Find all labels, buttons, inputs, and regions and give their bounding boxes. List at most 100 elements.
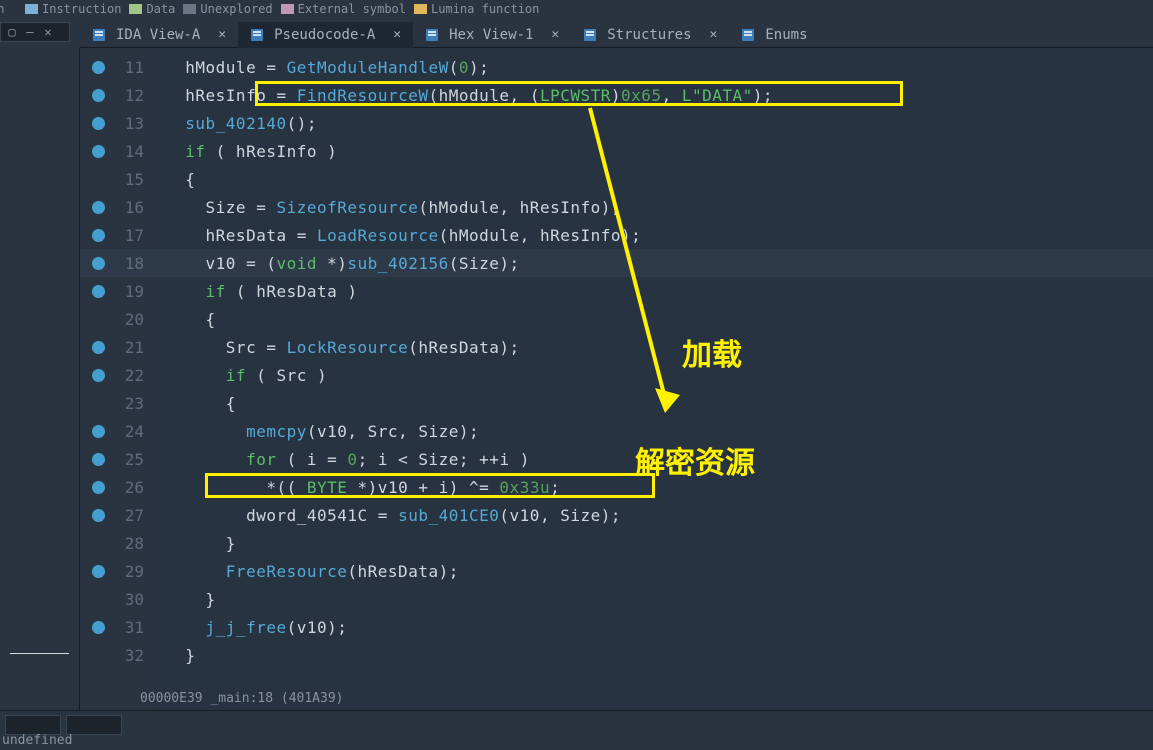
code-content: } [165, 646, 195, 665]
breakpoint-dot[interactable] [92, 341, 105, 354]
code-content: hResData = LoadResource(hModule, hResInf… [165, 226, 641, 245]
close-button[interactable]: ✕ [41, 25, 55, 39]
code-line[interactable]: 26 *((_BYTE *)v10 + i) ^= 0x33u; [80, 473, 1153, 501]
line-number: 15 [108, 170, 144, 189]
tab-icon [741, 28, 755, 42]
breakpoint-dot[interactable] [92, 173, 105, 186]
tab-close-icon[interactable]: ✕ [710, 27, 718, 42]
line-number: 19 [108, 282, 144, 301]
code-line[interactable]: 31 j_j_free(v10); [80, 613, 1153, 641]
legend-label-partial: on [0, 2, 12, 16]
code-line[interactable]: 11 hModule = GetModuleHandleW(0); [80, 53, 1153, 81]
breakpoint-dot[interactable] [92, 61, 105, 74]
legend-label: Data [146, 2, 175, 16]
code-line[interactable]: 14 if ( hResInfo ) [80, 137, 1153, 165]
breakpoint-dot[interactable] [92, 453, 105, 466]
legend-item: Lumina function [414, 2, 539, 16]
line-number: 18 [108, 254, 144, 273]
tab-close-icon[interactable]: ✕ [393, 27, 401, 42]
code-line[interactable]: 17 hResData = LoadResource(hModule, hRes… [80, 221, 1153, 249]
left-panel-divider [10, 653, 69, 654]
code-content: for ( i = 0; i < Size; ++i ) [165, 450, 530, 469]
code-content: { [165, 170, 195, 189]
code-line[interactable]: 15 { [80, 165, 1153, 193]
legend-swatch [129, 4, 142, 14]
code-line[interactable]: 32 } [80, 641, 1153, 669]
line-number: 24 [108, 422, 144, 441]
breakpoint-dot[interactable] [92, 229, 105, 242]
code-line[interactable]: 23 { [80, 389, 1153, 417]
breakpoint-dot[interactable] [92, 285, 105, 298]
tabs-bar: IDA View-A✕Pseudocode-A✕Hex View-1✕Struc… [80, 22, 1153, 48]
code-line[interactable]: 20 { [80, 305, 1153, 333]
breakpoint-dot[interactable] [92, 537, 105, 550]
code-content: if ( hResInfo ) [165, 142, 337, 161]
breakpoint-dot[interactable] [92, 145, 105, 158]
breakpoint-dot[interactable] [92, 509, 105, 522]
legend-item: Data [129, 2, 175, 16]
bottom-tab-2[interactable] [66, 715, 122, 735]
minimize-button[interactable]: ▢ [5, 25, 19, 39]
legend-swatch [25, 4, 38, 14]
code-line[interactable]: 13 sub_402140(); [80, 109, 1153, 137]
line-number: 28 [108, 534, 144, 553]
tab-close-icon[interactable]: ✕ [551, 27, 559, 42]
breakpoint-dot[interactable] [92, 89, 105, 102]
line-number: 13 [108, 114, 144, 133]
bottom-tab-1[interactable] [5, 715, 61, 735]
breakpoint-dot[interactable] [92, 257, 105, 270]
line-number: 16 [108, 198, 144, 217]
legend-label: Unexplored [200, 2, 272, 16]
line-number: 14 [108, 142, 144, 161]
breakpoint-dot[interactable] [92, 313, 105, 326]
breakpoint-dot[interactable] [92, 117, 105, 130]
tab-ida-view-a[interactable]: IDA View-A✕ [80, 22, 238, 48]
code-area[interactable]: 11 hModule = GetModuleHandleW(0);12 hRes… [80, 48, 1153, 710]
breakpoint-dot[interactable] [92, 621, 105, 634]
code-content: { [165, 310, 216, 329]
legend-swatch [183, 4, 196, 14]
code-line[interactable]: 29 FreeResource(hResData); [80, 557, 1153, 585]
code-line[interactable]: 19 if ( hResData ) [80, 277, 1153, 305]
breakpoint-dot[interactable] [92, 565, 105, 578]
tab-close-icon[interactable]: ✕ [218, 27, 226, 42]
breakpoint-dot[interactable] [92, 649, 105, 662]
code-content: memcpy(v10, Src, Size); [165, 422, 479, 441]
tab-label: Hex View-1 [449, 27, 533, 43]
tab-label: Structures [607, 27, 691, 43]
tab-structures[interactable]: Structures ✕ [571, 22, 729, 48]
code-line[interactable]: 25 for ( i = 0; i < Size; ++i ) [80, 445, 1153, 473]
code-line[interactable]: 28 } [80, 529, 1153, 557]
legend-item: on [0, 2, 12, 16]
breakpoint-dot[interactable] [92, 481, 105, 494]
tab-pseudocode-a[interactable]: Pseudocode-A✕ [238, 22, 413, 48]
code-line[interactable]: 18 v10 = (void *)sub_402156(Size); [80, 249, 1153, 277]
code-line[interactable]: 16 Size = SizeofResource(hModule, hResIn… [80, 193, 1153, 221]
code-content: } [165, 590, 216, 609]
breakpoint-dot[interactable] [92, 425, 105, 438]
code-content: j_j_free(v10); [165, 618, 347, 637]
code-line[interactable]: 22 if ( Src ) [80, 361, 1153, 389]
code-content: if ( Src ) [165, 366, 327, 385]
left-panel [0, 48, 80, 710]
tab-icon [583, 28, 597, 42]
code-line[interactable]: 27 dword_40541C = sub_401CE0(v10, Size); [80, 501, 1153, 529]
code-content: hModule = GetModuleHandleW(0); [165, 58, 489, 77]
breakpoint-dot[interactable] [92, 397, 105, 410]
breakpoint-dot[interactable] [92, 201, 105, 214]
line-number: 11 [108, 58, 144, 77]
line-number: 25 [108, 450, 144, 469]
tab-enums[interactable]: Enums [729, 22, 819, 48]
tab-icon [425, 28, 439, 42]
code-line[interactable]: 24 memcpy(v10, Src, Size); [80, 417, 1153, 445]
legend-swatch [281, 4, 294, 14]
code-line[interactable]: 12 hResInfo = FindResourceW(hModule, (LP… [80, 81, 1153, 109]
breakpoint-dot[interactable] [92, 369, 105, 382]
line-number: 22 [108, 366, 144, 385]
breakpoint-dot[interactable] [92, 593, 105, 606]
dash-button[interactable]: — [23, 25, 37, 39]
tab-hex-view-1[interactable]: Hex View-1 ✕ [413, 22, 571, 48]
code-line[interactable]: 30 } [80, 585, 1153, 613]
code-line[interactable]: 21 Src = LockResource(hResData); [80, 333, 1153, 361]
tab-icon [92, 28, 106, 42]
